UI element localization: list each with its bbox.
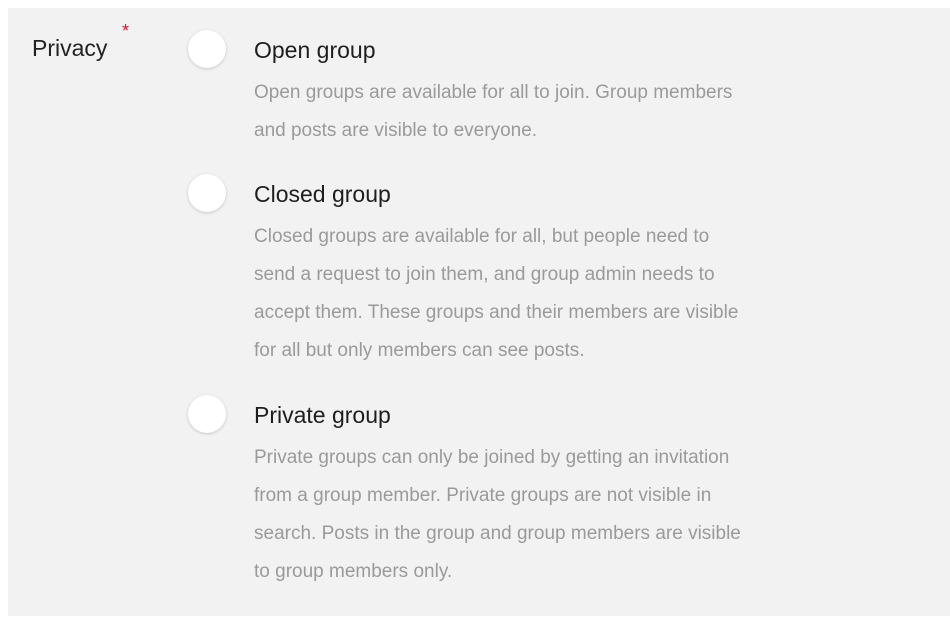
radio-open-group[interactable] (188, 30, 226, 68)
description-line: send a request to join them, and group a… (254, 264, 715, 285)
option-title-private-group[interactable]: Private group (254, 401, 391, 429)
description-line: for all but only members can see posts. (254, 340, 585, 361)
privacy-field-label: Privacy (32, 35, 108, 61)
description-line: to group members only. (254, 561, 453, 582)
description-line: and posts are visible to everyone. (254, 120, 538, 141)
description-line: Closed groups are available for all, but… (254, 226, 710, 247)
description-line: from a group member. Private groups are … (254, 485, 712, 506)
radio-private-group[interactable] (188, 395, 226, 433)
radio-closed-group[interactable] (188, 174, 226, 212)
option-title-closed-group[interactable]: Closed group (254, 180, 391, 208)
required-asterisk: * (122, 21, 130, 41)
option-description-private-group: Private groups can only be joined by get… (254, 439, 854, 591)
description-line: search. Posts in the group and group mem… (254, 523, 741, 544)
description-line: accept them. These groups and their memb… (254, 302, 739, 323)
description-line: Private groups can only be joined by get… (254, 447, 730, 468)
option-title-open-group[interactable]: Open group (254, 36, 375, 64)
option-description-closed-group: Closed groups are available for all, but… (254, 218, 854, 370)
description-line: Open groups are available for all to joi… (254, 82, 733, 103)
option-description-open-group: Open groups are available for all to joi… (254, 74, 854, 150)
privacy-field-panel: Privacy * Open group Open groups are ava… (8, 8, 950, 616)
